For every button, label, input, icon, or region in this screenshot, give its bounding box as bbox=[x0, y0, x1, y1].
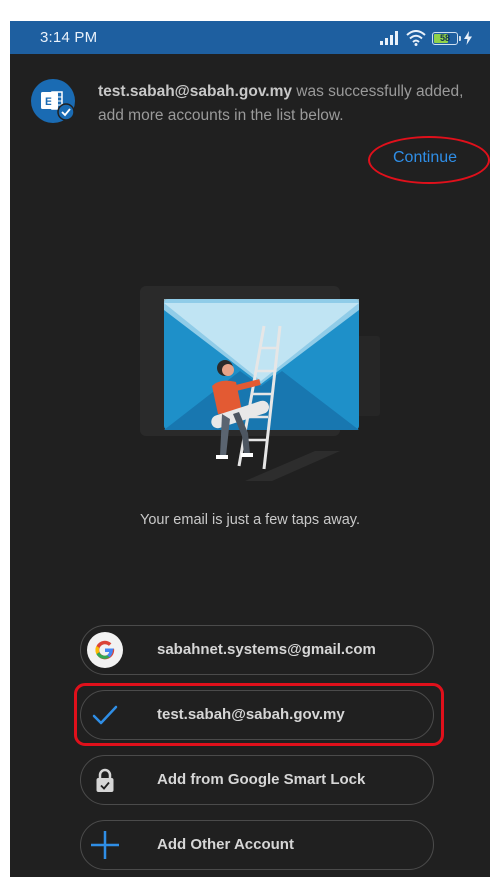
exchange-icon: E bbox=[41, 91, 75, 121]
add-google-smart-lock-button[interactable]: Add from Google Smart Lock bbox=[80, 755, 434, 805]
envelope-illustration bbox=[140, 286, 380, 481]
status-time: 3:14 PM bbox=[40, 29, 98, 46]
wifi-icon bbox=[406, 30, 426, 46]
svg-text:E: E bbox=[45, 96, 52, 108]
account-option-google[interactable]: sabahnet.systems@gmail.com bbox=[80, 625, 434, 675]
account-added-message: test.sabah@sabah.gov.my was successfully… bbox=[98, 80, 482, 128]
signal-icon bbox=[380, 31, 398, 45]
annotation-box bbox=[74, 683, 444, 746]
account-option-label: Add from Google Smart Lock bbox=[157, 771, 366, 788]
exchange-account-avatar: E bbox=[31, 79, 75, 123]
envelope-ladder-illustration bbox=[140, 286, 380, 481]
added-account-email: test.sabah@sabah.gov.my bbox=[98, 83, 292, 100]
google-icon bbox=[87, 632, 123, 668]
tagline: Your email is just a few taps away. bbox=[139, 512, 361, 528]
status-icons: 58 bbox=[380, 28, 472, 48]
charging-icon bbox=[464, 31, 472, 45]
battery-level: 58 bbox=[439, 33, 450, 43]
account-option-label: sabahnet.systems@gmail.com bbox=[157, 641, 376, 658]
status-bar: 3:14 PM 58 bbox=[10, 21, 490, 54]
plus-icon bbox=[87, 827, 123, 863]
outlook-add-account-screen: 3:14 PM 58 E test.sabah@sabah.gov.my was… bbox=[10, 21, 490, 877]
continue-button[interactable]: Continue bbox=[393, 149, 457, 167]
add-other-account-button[interactable]: Add Other Account bbox=[80, 820, 434, 870]
lock-icon bbox=[87, 762, 123, 798]
battery-icon: 58 bbox=[432, 31, 461, 45]
account-option-label: Add Other Account bbox=[157, 836, 294, 853]
